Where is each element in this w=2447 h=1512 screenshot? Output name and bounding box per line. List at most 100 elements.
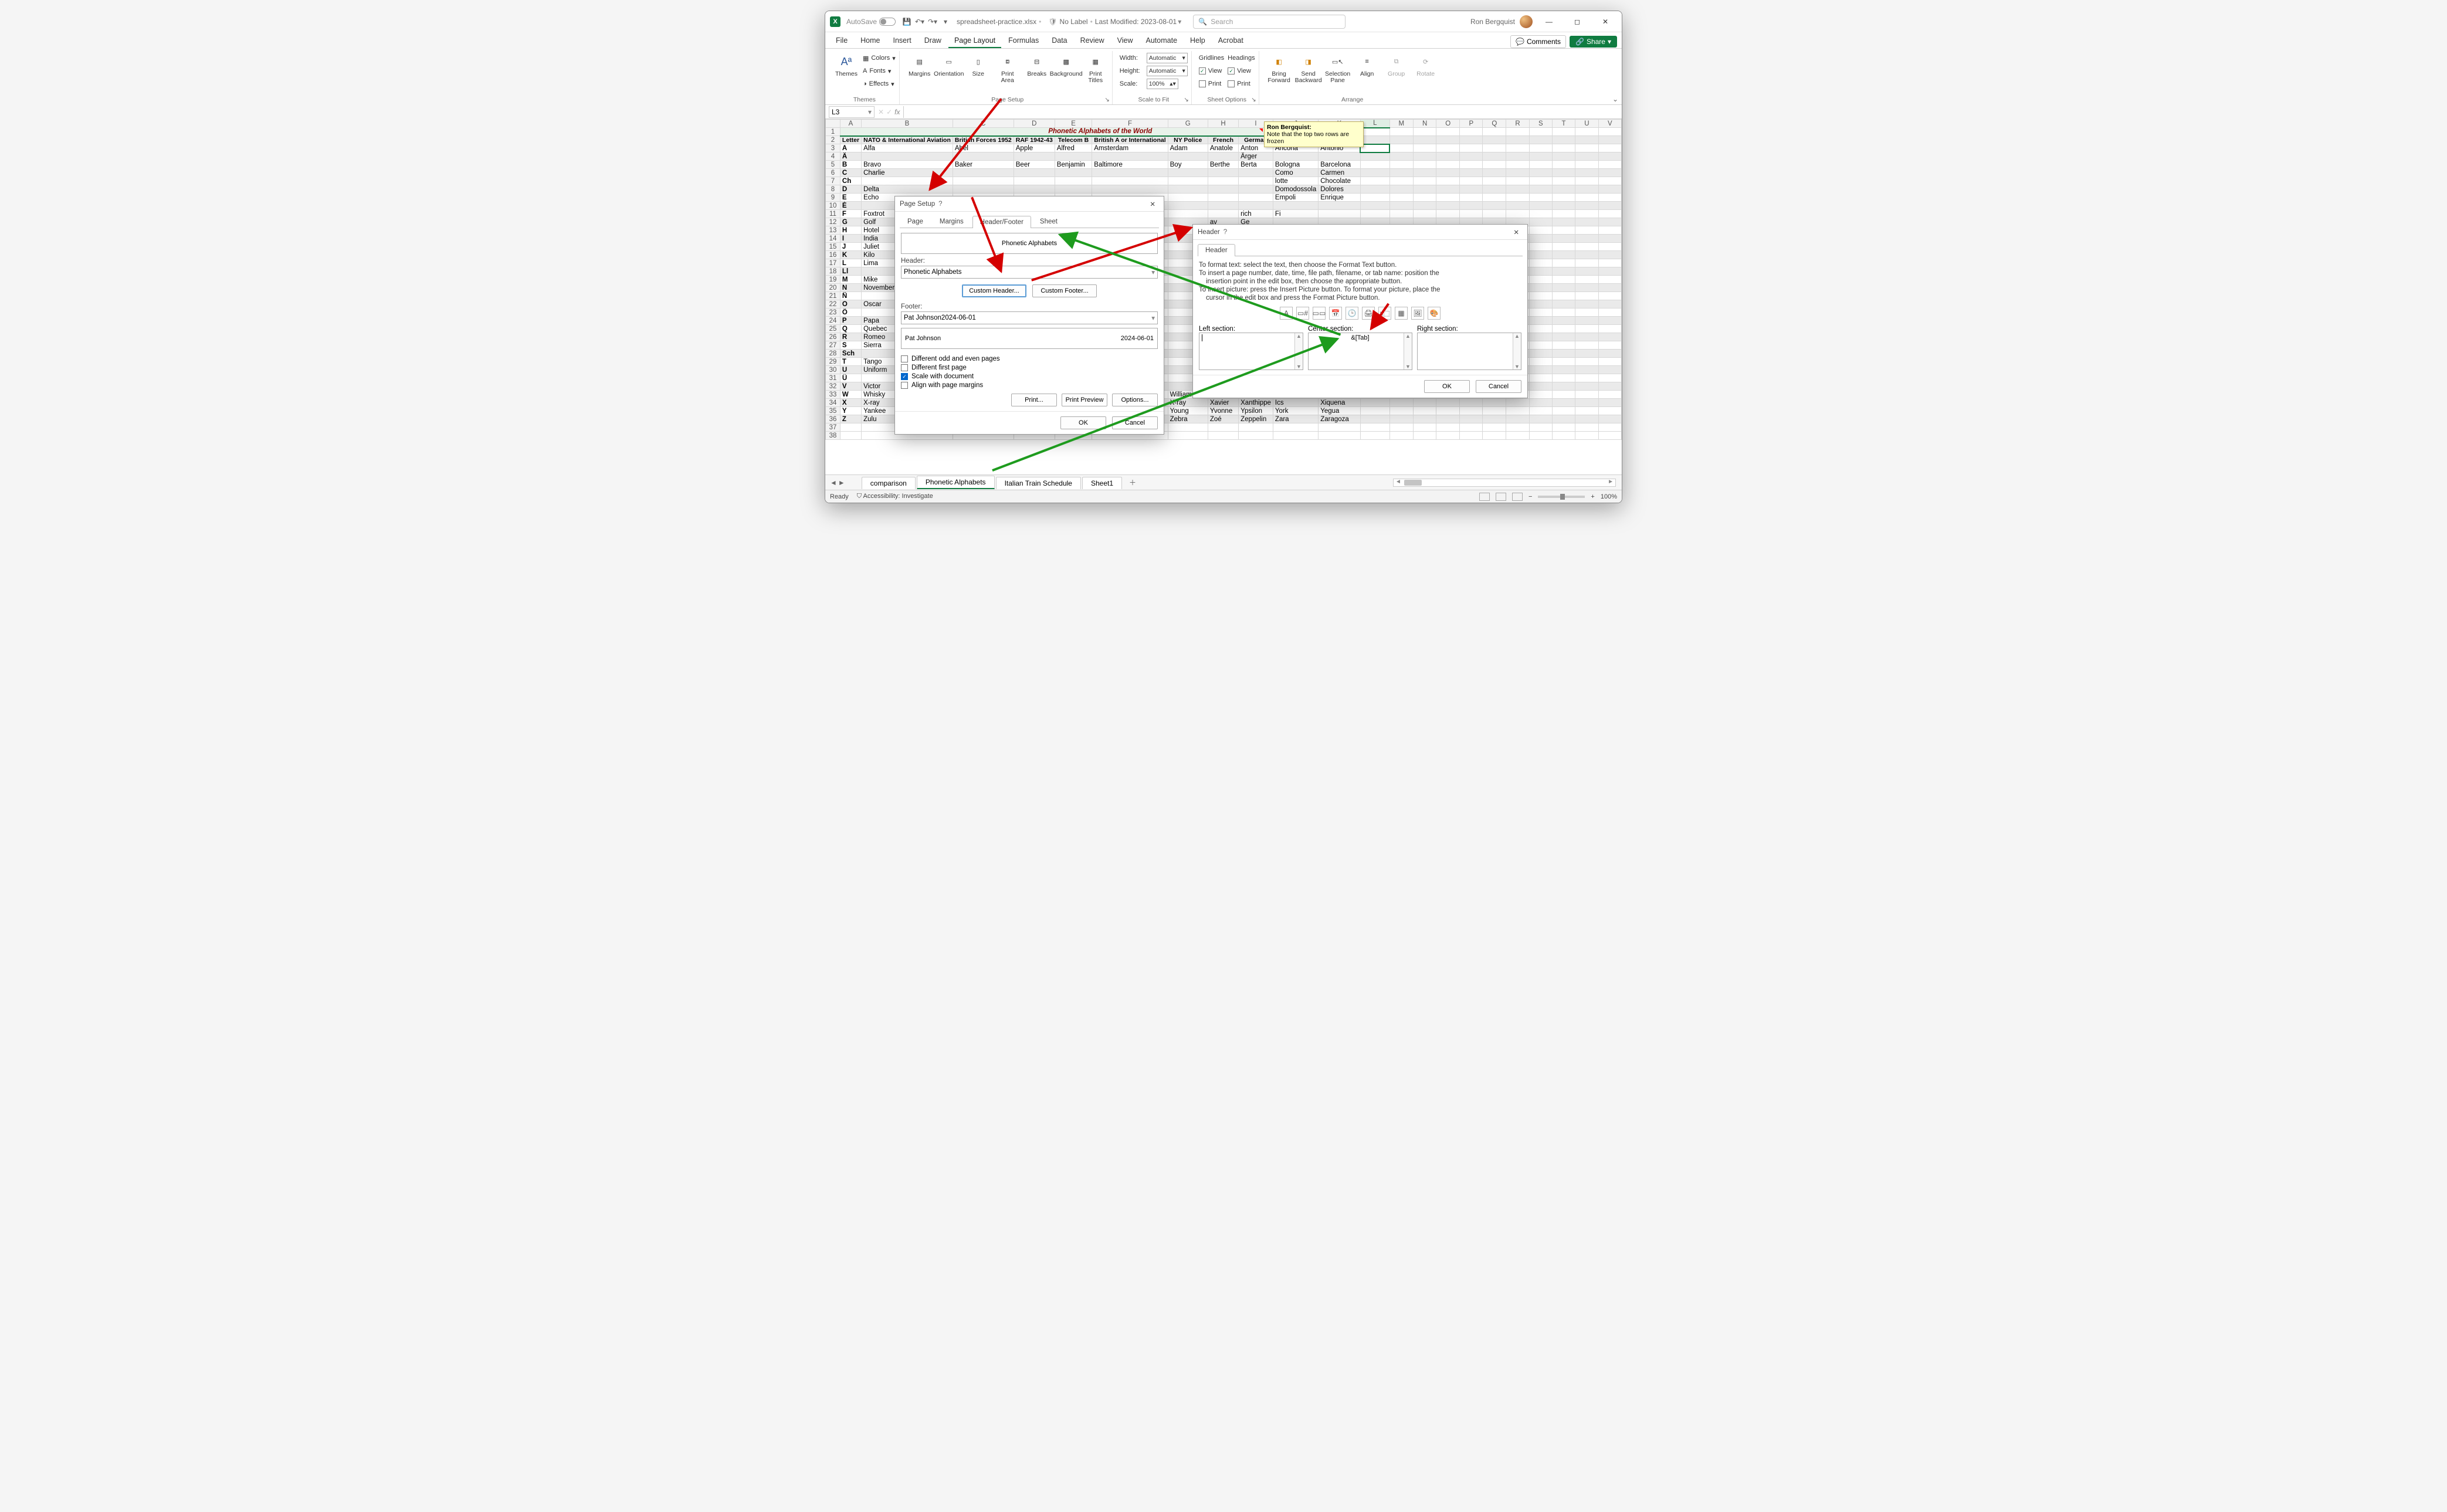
cell[interactable] xyxy=(1413,415,1436,423)
cell[interactable] xyxy=(1553,276,1575,284)
cell[interactable] xyxy=(1483,152,1506,161)
cell[interactable] xyxy=(1483,407,1506,415)
margins-button[interactable]: ▤Margins xyxy=(907,51,933,77)
cell[interactable] xyxy=(1553,399,1575,407)
cell[interactable]: Como xyxy=(1273,169,1318,177)
redo-icon[interactable]: ↷▾ xyxy=(927,16,938,27)
cell[interactable] xyxy=(1529,276,1552,284)
ribbon-tab-page-layout[interactable]: Page Layout xyxy=(948,34,1001,48)
cell[interactable] xyxy=(1575,276,1599,284)
cell[interactable] xyxy=(1055,185,1092,194)
save-icon[interactable]: 💾 xyxy=(901,16,912,27)
cell[interactable] xyxy=(1575,210,1599,218)
cell[interactable] xyxy=(1575,185,1599,194)
column-header-F[interactable]: F xyxy=(1092,120,1168,128)
orientation-button[interactable]: ▭Orientation xyxy=(936,51,962,77)
ribbon-tab-automate[interactable]: Automate xyxy=(1140,34,1184,48)
breaks-button[interactable]: ⊟Breaks xyxy=(1024,51,1050,77)
height-dropdown[interactable]: Automatic▾ xyxy=(1147,66,1188,76)
cell[interactable]: Apple xyxy=(1014,144,1055,152)
search-box[interactable]: 🔍 Search xyxy=(1193,15,1345,29)
ribbon-tab-draw[interactable]: Draw xyxy=(919,34,947,48)
cell[interactable] xyxy=(1506,161,1530,169)
cell[interactable] xyxy=(1413,407,1436,415)
diff-first-page-checkbox[interactable]: Different first page xyxy=(901,364,1158,371)
cell[interactable] xyxy=(1598,374,1621,382)
cell[interactable] xyxy=(1436,415,1460,423)
cell[interactable]: rich xyxy=(1239,210,1273,218)
cell[interactable] xyxy=(1598,432,1621,440)
cell[interactable] xyxy=(1529,407,1552,415)
cell[interactable] xyxy=(1014,185,1055,194)
cell[interactable] xyxy=(1389,161,1413,169)
row-header-37[interactable]: 37 xyxy=(826,423,840,432)
ribbon-collapse-button[interactable]: ⌄ xyxy=(1612,95,1618,103)
cell[interactable] xyxy=(1598,391,1621,399)
cell[interactable] xyxy=(1529,202,1552,210)
sheet-tab-phonetic-alphabets[interactable]: Phonetic Alphabets xyxy=(917,476,995,489)
fx-icon[interactable]: fx xyxy=(894,108,900,116)
row-header-17[interactable]: 17 xyxy=(826,259,840,267)
cell[interactable] xyxy=(1575,226,1599,235)
cell[interactable] xyxy=(1553,259,1575,267)
column-header-N[interactable]: N xyxy=(1413,120,1436,128)
cell[interactable] xyxy=(1553,300,1575,308)
row-header-9[interactable]: 9 xyxy=(826,194,840,202)
cell[interactable] xyxy=(1208,423,1238,432)
column-header-C[interactable]: C xyxy=(953,120,1014,128)
cell[interactable]: C xyxy=(840,169,861,177)
cell[interactable] xyxy=(1389,152,1413,161)
effects-button[interactable]: ◑ Effects ▾ xyxy=(863,78,896,90)
table-column-header[interactable]: RAF 1942-43 xyxy=(1014,136,1055,144)
cell[interactable] xyxy=(1506,152,1530,161)
cell[interactable]: lotte xyxy=(1273,177,1318,185)
cell[interactable] xyxy=(1575,432,1599,440)
cell[interactable] xyxy=(1529,161,1552,169)
cell[interactable] xyxy=(1460,423,1483,432)
row-header-11[interactable]: 11 xyxy=(826,210,840,218)
row-header-30[interactable]: 30 xyxy=(826,366,840,374)
align-margins-checkbox[interactable]: Align with page margins xyxy=(901,382,1158,389)
row-header-34[interactable]: 34 xyxy=(826,399,840,407)
cell[interactable]: Alfa xyxy=(862,144,953,152)
cell[interactable] xyxy=(1598,210,1621,218)
cell[interactable]: Z xyxy=(840,415,861,423)
cell[interactable] xyxy=(1529,415,1552,423)
cell[interactable] xyxy=(1598,144,1621,152)
cell[interactable]: A xyxy=(840,144,861,152)
cell[interactable] xyxy=(1460,169,1483,177)
row-header-19[interactable]: 19 xyxy=(826,276,840,284)
cell[interactable]: Berta xyxy=(1239,161,1273,169)
cell[interactable] xyxy=(1598,341,1621,350)
qat-dropdown-icon[interactable]: ▾ xyxy=(940,16,951,27)
column-header-T[interactable]: T xyxy=(1553,120,1575,128)
cell[interactable] xyxy=(1575,308,1599,317)
options-button[interactable]: Options... xyxy=(1112,394,1158,406)
cell[interactable] xyxy=(1598,308,1621,317)
cell[interactable] xyxy=(953,185,1014,194)
row-header-27[interactable]: 27 xyxy=(826,341,840,350)
zoom-out-button[interactable]: − xyxy=(1528,493,1532,500)
table-column-header[interactable]: NATO & International Aviation xyxy=(862,136,953,144)
cell[interactable] xyxy=(862,152,953,161)
cell[interactable]: Domodossola xyxy=(1273,185,1318,194)
cell[interactable] xyxy=(1575,415,1599,423)
cell[interactable] xyxy=(1273,423,1318,432)
ribbon-tab-review[interactable]: Review xyxy=(1075,34,1110,48)
cell[interactable] xyxy=(1553,218,1575,226)
cell[interactable] xyxy=(1055,152,1092,161)
cell[interactable] xyxy=(1092,152,1168,161)
zoom-in-button[interactable]: + xyxy=(1591,493,1594,500)
select-all-corner[interactable] xyxy=(826,120,840,128)
sheet-tab-comparison[interactable]: comparison xyxy=(862,477,916,489)
center-section-input[interactable]: &[Tab] ▲▼ xyxy=(1308,333,1412,370)
cell[interactable] xyxy=(1529,423,1552,432)
cell[interactable] xyxy=(1553,284,1575,292)
cell[interactable] xyxy=(1598,185,1621,194)
cell[interactable] xyxy=(1483,185,1506,194)
cell[interactable] xyxy=(1529,144,1552,152)
cell[interactable] xyxy=(840,423,861,432)
cell[interactable] xyxy=(1360,161,1389,169)
cell[interactable] xyxy=(1529,300,1552,308)
cell[interactable] xyxy=(1529,391,1552,399)
